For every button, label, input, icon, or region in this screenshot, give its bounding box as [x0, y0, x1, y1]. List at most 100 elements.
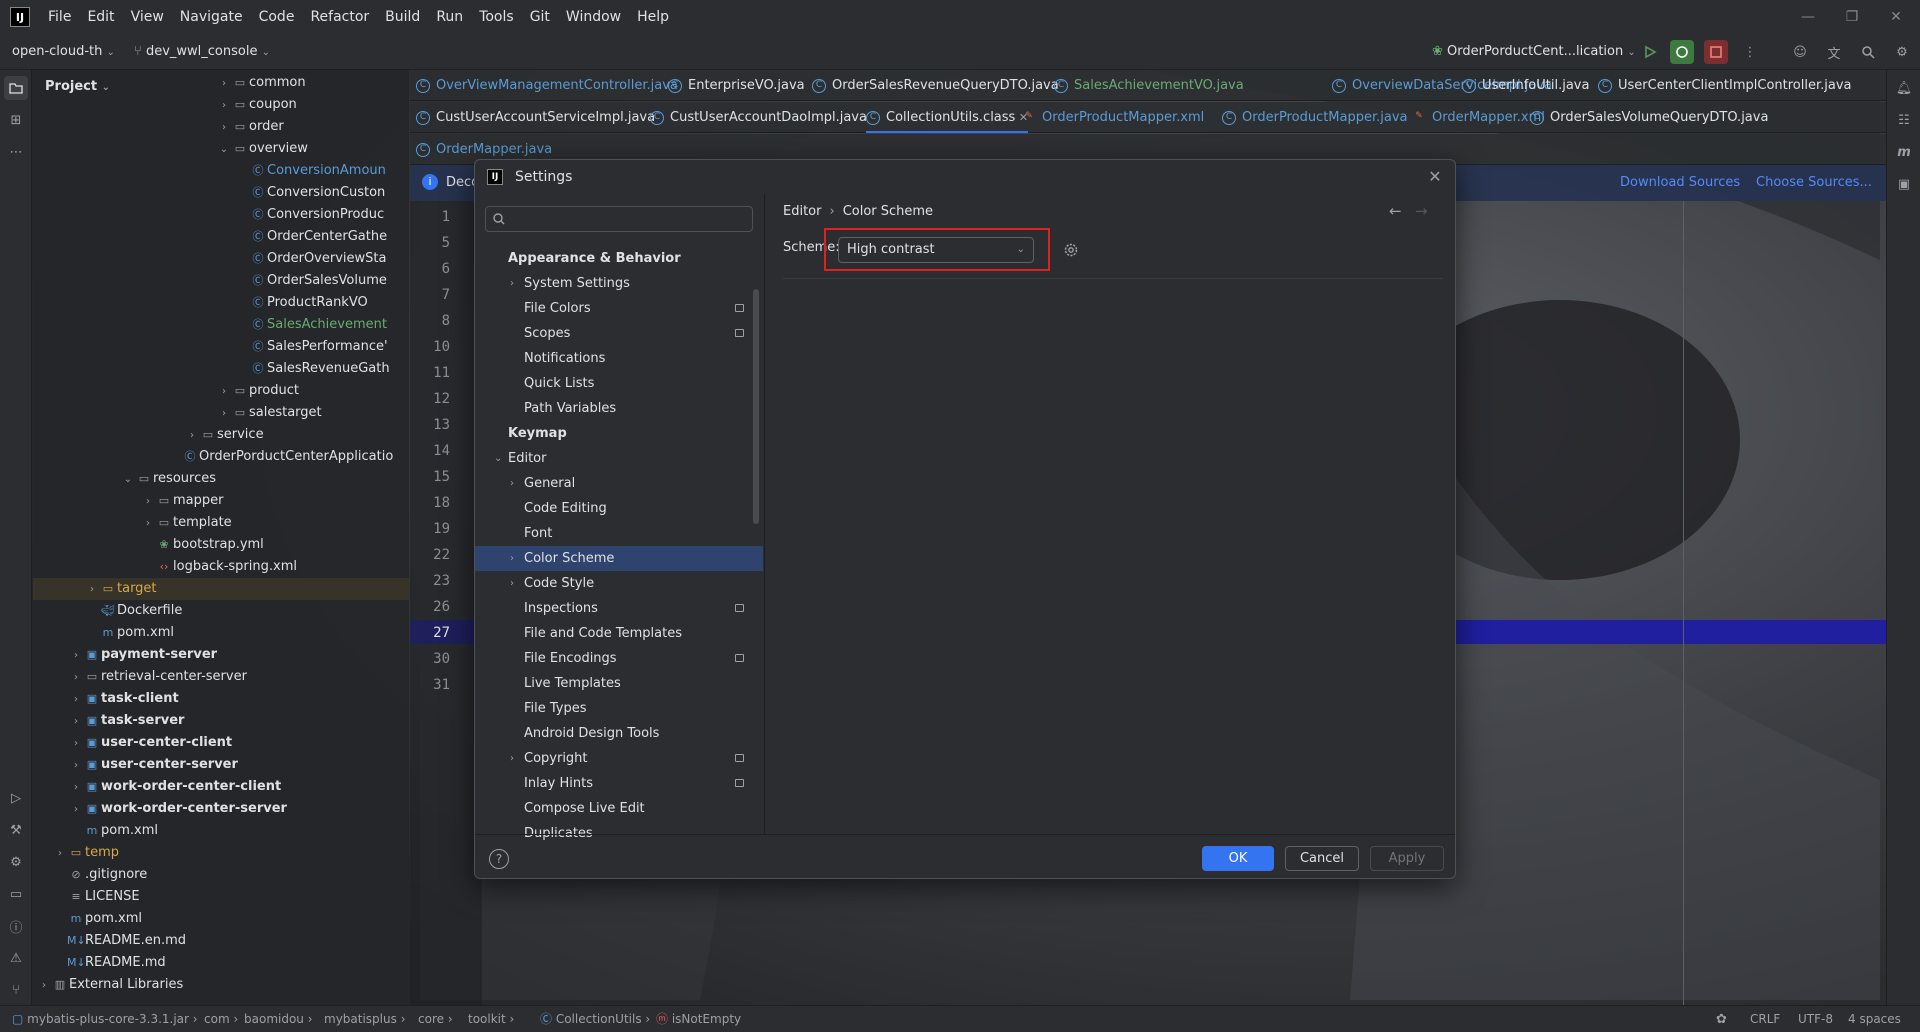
chevron-right-icon[interactable]: › — [141, 513, 155, 535]
translate-icon[interactable]: 文 — [1822, 40, 1846, 64]
tree-item[interactable]: Ⓒ ConversionCuston — [33, 182, 409, 204]
settings-nav-item[interactable]: ⌄ Editor — [475, 446, 763, 471]
breadcrumb-item[interactable]: ▢ mybatis-plus-core-3.3.1.jar › — [12, 1006, 198, 1032]
settings-search-input[interactable] — [485, 206, 753, 232]
tree-item[interactable]: › ▭ target — [33, 578, 409, 600]
menu-tools[interactable]: Tools — [471, 0, 522, 34]
tree-item[interactable]: › ▭ salestarget — [33, 402, 409, 424]
settings-nav-item[interactable]: File Types — [475, 696, 763, 721]
tree-item[interactable]: › ▣ payment-server — [33, 644, 409, 666]
dialog-title-bar[interactable]: IJ Settings ✕ — [475, 160, 1455, 194]
menu-window[interactable]: Window — [558, 0, 629, 34]
tree-item[interactable]: 🐳︎ Dockerfile — [33, 600, 409, 622]
tree-item[interactable]: › ▣ task-client — [33, 688, 409, 710]
chevron-right-icon[interactable]: › — [69, 667, 83, 689]
chevron-right-icon[interactable]: › — [69, 777, 83, 799]
tree-item[interactable]: Ⓒ ConversionAmoun — [33, 160, 409, 182]
settings-nav-item[interactable]: File Colors — [475, 296, 763, 321]
settings-nav-item[interactable]: Inspections — [475, 596, 763, 621]
settings-nav-item[interactable]: Compose Live Edit — [475, 796, 763, 821]
more-actions-icon[interactable]: ⋮ — [1738, 40, 1762, 64]
mybatis-tool-icon[interactable]: m — [1892, 140, 1916, 164]
breadcrumb-item[interactable]: core › — [418, 1006, 453, 1032]
chevron-right-icon[interactable]: › — [69, 755, 83, 777]
tree-item[interactable]: › ▣ user-center-server — [33, 754, 409, 776]
cancel-button[interactable]: Cancel — [1285, 846, 1359, 871]
breadcrumb-item[interactable]: com › — [204, 1006, 238, 1032]
run-icon[interactable] — [1638, 40, 1662, 64]
notifications-bell-icon[interactable]: 🔔︎ — [1892, 76, 1916, 100]
settings-nav-item[interactable]: File and Code Templates — [475, 621, 763, 646]
editor-tab[interactable]: C SalesAchievementVO.java — [1054, 70, 1244, 101]
project-switcher[interactable]: open-cloud-th ⌄ — [12, 34, 115, 71]
code-with-me-icon[interactable]: ☺ — [1788, 40, 1812, 64]
chevron-right-icon[interactable]: › — [69, 711, 83, 733]
ai-assistant-icon[interactable]: ✿ — [1716, 1006, 1727, 1032]
chevron-right-icon[interactable]: › — [217, 73, 231, 95]
tree-item[interactable]: › ▭ common — [33, 72, 409, 94]
tree-item[interactable]: Ⓒ SalesAchievement — [33, 314, 409, 336]
editor-tab[interactable]: C OrderSalesVolumeQueryDTO.java — [1530, 102, 1768, 133]
tree-item[interactable]: ⌄ ▭ overview — [33, 138, 409, 160]
tree-item[interactable]: › ▭ temp — [33, 842, 409, 864]
tree-item[interactable]: › ▣ work-order-center-client — [33, 776, 409, 798]
run-tool-icon[interactable]: ▷ — [4, 786, 28, 810]
settings-nav-item[interactable]: › System Settings — [475, 271, 763, 296]
settings-gear-icon[interactable]: ⚙ — [1890, 40, 1914, 64]
back-arrow-icon[interactable]: ← — [1389, 202, 1402, 220]
more-tools-icon[interactable]: ⋯ — [4, 140, 28, 164]
file-encoding[interactable]: UTF-8 — [1798, 1006, 1833, 1032]
chevron-right-icon[interactable]: › — [217, 403, 231, 425]
chevron-right-icon[interactable]: › — [217, 381, 231, 403]
tree-item[interactable]: Ⓒ OrderCenterGathe — [33, 226, 409, 248]
editor-tab[interactable]: C UserInfoUtil.java — [1462, 70, 1589, 101]
chevron-down-icon[interactable]: ⌄ — [494, 446, 502, 471]
tree-item[interactable]: › ▣ task-server — [33, 710, 409, 732]
tree-item[interactable]: Ⓒ SalesPerformance' — [33, 336, 409, 358]
run-config-selector[interactable]: ❀ OrderPorductCent...lication ⌄ — [1432, 34, 1636, 71]
chevron-right-icon[interactable]: › — [510, 471, 514, 496]
chevron-right-icon[interactable]: › — [217, 117, 231, 139]
menu-help[interactable]: Help — [629, 0, 677, 34]
editor-tab[interactable]: C UserCenterClientImplController.java — [1598, 70, 1852, 101]
settings-nav-item[interactable]: Scopes — [475, 321, 763, 346]
settings-nav-item[interactable]: Live Templates — [475, 671, 763, 696]
settings-nav-item[interactable]: Keymap — [475, 421, 763, 446]
tree-item[interactable]: ⊘ .gitignore — [33, 864, 409, 886]
tree-item[interactable]: Ⓒ OrderPorductCenterApplicatio — [33, 446, 409, 468]
build-tool-icon[interactable]: ⚒ — [4, 818, 28, 842]
tree-item[interactable]: m pom.xml — [33, 820, 409, 842]
chevron-right-icon[interactable]: › — [69, 645, 83, 667]
tree-item[interactable]: › ▣ user-center-client — [33, 732, 409, 754]
branch-switcher[interactable]: ⑂ dev_wwl_console ⌄ — [134, 34, 270, 71]
tree-item[interactable]: ‹› logback-spring.xml — [33, 556, 409, 578]
editor-tab[interactable]: C OrderProductMapper.java — [1222, 102, 1408, 133]
menu-edit[interactable]: Edit — [79, 0, 122, 34]
git-tool-icon[interactable]: ⑂ — [4, 978, 28, 1002]
menu-refactor[interactable]: Refactor — [302, 0, 377, 34]
chevron-right-icon[interactable]: › — [510, 746, 514, 771]
settings-nav-item[interactable]: Notifications — [475, 346, 763, 371]
settings-nav-item[interactable]: › Code Style — [475, 571, 763, 596]
tree-item[interactable]: Ⓒ ProductRankVO — [33, 292, 409, 314]
editor-tab[interactable]: ✎ OrderProductMapper.xml — [1022, 102, 1204, 133]
services-tool-icon[interactable]: ⚙ — [4, 850, 28, 874]
chevron-right-icon[interactable]: › — [37, 975, 51, 997]
scheme-gear-icon[interactable] — [1061, 240, 1081, 260]
settings-nav-item[interactable]: Appearance & Behavior — [475, 246, 763, 271]
apply-button[interactable]: Apply — [1370, 846, 1444, 871]
tree-item[interactable]: › ▭ mapper — [33, 490, 409, 512]
tree-item[interactable]: ⌄ ▭ resources — [33, 468, 409, 490]
tree-item[interactable]: › ▭ product — [33, 380, 409, 402]
editor-tab[interactable]: C CustUserAccountDaoImpl.java — [650, 102, 867, 133]
indent-setting[interactable]: 4 spaces — [1848, 1006, 1901, 1032]
chevron-right-icon[interactable]: › — [53, 843, 67, 865]
stop-icon[interactable] — [1704, 40, 1728, 64]
settings-nav-item[interactable]: Android Design Tools — [475, 721, 763, 746]
settings-nav-item[interactable]: › General — [475, 471, 763, 496]
tree-item[interactable]: m pom.xml — [33, 622, 409, 644]
project-tool-icon[interactable] — [4, 76, 28, 100]
settings-nav-item[interactable]: Quick Lists — [475, 371, 763, 396]
chevron-right-icon[interactable]: › — [69, 689, 83, 711]
chevron-right-icon[interactable]: › — [185, 425, 199, 447]
